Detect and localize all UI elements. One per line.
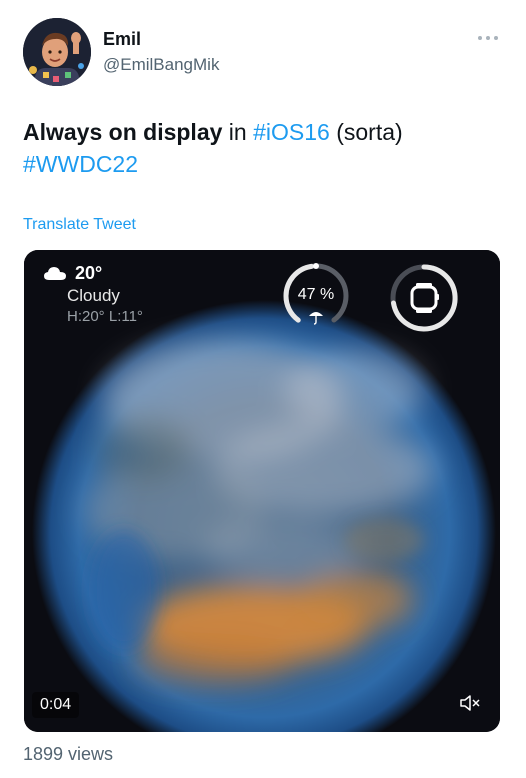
tweet-card: Emil @EmilBangMik Always on display in #…	[0, 0, 526, 778]
tweet-text-in: in	[222, 119, 254, 145]
view-count: 1899 views	[23, 744, 114, 764]
muted-speaker-icon[interactable]	[458, 693, 482, 713]
tweet-text-paren: (sorta)	[329, 119, 403, 145]
apple-watch-icon	[410, 283, 439, 313]
more-options-button[interactable]	[477, 28, 499, 44]
umbrella-icon	[309, 312, 323, 325]
author-name[interactable]: Emil	[103, 29, 141, 50]
precipitation-gauge-label: 47 %	[297, 286, 335, 303]
cloud-icon	[44, 267, 66, 280]
more-dots-icon	[478, 36, 498, 40]
weather-condition: Cloudy	[67, 286, 120, 305]
weather-temperature: 20°	[75, 262, 103, 283]
video-timestamp: 0:04	[32, 692, 80, 718]
hashtag-wwdc22[interactable]: #WWDC22	[23, 151, 138, 177]
weather-high-low: H:20° L:11°	[67, 308, 143, 325]
tweet-text: Always on display in #iOS16 (sorta) #WWD…	[23, 116, 503, 180]
memoji-avatar-icon	[23, 18, 91, 86]
watch-battery-gauge	[390, 264, 458, 332]
weather-widget: 20° Cloudy H:20° L:11°	[43, 262, 143, 325]
hashtag-ios16[interactable]: #iOS16	[253, 119, 330, 145]
translate-tweet-link[interactable]: Translate Tweet	[23, 216, 136, 234]
tweet-text-bold: Always on display	[23, 119, 223, 145]
avatar[interactable]	[23, 18, 91, 86]
author-handle[interactable]: @EmilBangMik	[103, 55, 219, 75]
